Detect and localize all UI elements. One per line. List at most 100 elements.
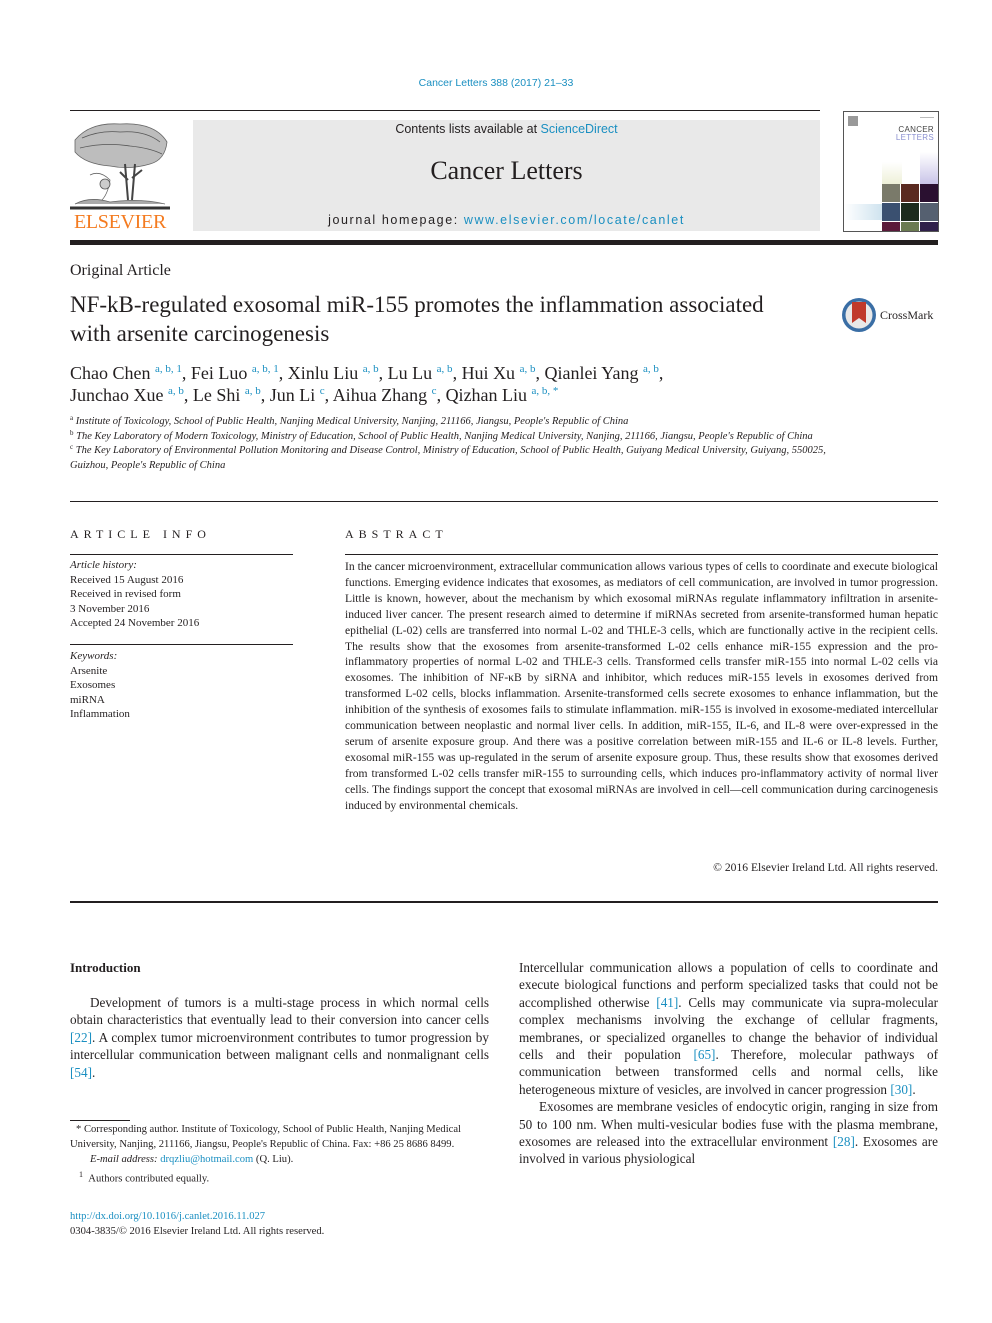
author-affiliation-marker[interactable]: a, b, 1 [155, 363, 182, 375]
cover-micrograph [901, 184, 919, 202]
keyword-item: Inflammation [70, 708, 130, 720]
doi-link[interactable]: http://dx.doi.org/10.1016/j.canlet.2016.… [70, 1211, 265, 1222]
keywords: Keywords: Arsenite Exosomes miRNA Inflam… [70, 649, 300, 722]
sciencedirect-link[interactable]: ScienceDirect [541, 122, 618, 136]
elsevier-wordmark: ELSEVIER [73, 211, 167, 233]
history-item: 3 November 2016 [70, 602, 150, 615]
homepage-prefix: journal homepage: [328, 213, 464, 227]
keyword-item: Exosomes [70, 679, 116, 691]
body-paragraph: Intercellular communication allows a pop… [519, 959, 938, 1098]
author-name[interactable]: Chao Chen [70, 363, 155, 383]
section-rule [70, 901, 938, 903]
author-name[interactable]: Qianlei Yang [544, 363, 643, 383]
cover-micrograph [920, 184, 938, 202]
info-rule [70, 554, 293, 555]
cover-micrograph [901, 203, 919, 221]
elsevier-logo[interactable]: ELSEVIER [70, 120, 170, 232]
article-history: Article history: Received 15 August 2016… [70, 558, 300, 631]
citation-link[interactable]: [22] [70, 1030, 92, 1045]
abstract-heading: ABSTRACT [345, 527, 448, 541]
homepage-line: journal homepage: www.elsevier.com/locat… [193, 213, 820, 227]
keywords-label: Keywords: [70, 650, 118, 662]
author-affiliation-marker[interactable]: a, b [437, 363, 453, 375]
author-affiliation-marker[interactable]: a, b [168, 385, 184, 397]
section-rule [70, 501, 938, 502]
author-affiliation-marker[interactable]: a, b [245, 385, 261, 397]
affiliation-text: Institute of Toxicology, School of Publi… [73, 416, 629, 427]
history-item: Received in revised form [70, 588, 181, 600]
citation-link[interactable]: [54] [70, 1065, 92, 1080]
cover-micrograph [901, 222, 919, 231]
body-column-left: Development of tumors is a multi-stage p… [70, 994, 489, 1081]
email-link[interactable]: drqzliu@hotmail.com [160, 1154, 253, 1165]
history-item: Received 15 August 2016 [70, 573, 184, 586]
journal-cover-thumbnail[interactable]: CANCER LETTERS [843, 111, 939, 232]
cover-panel [920, 152, 938, 184]
author-name[interactable]: Le Shi [193, 385, 245, 405]
body-paragraph: Exosomes are membrane vesicles of endocy… [519, 1098, 938, 1168]
paragraph-text: . [91, 1064, 96, 1080]
contents-prefix: Contents lists available at [395, 122, 541, 136]
history-label: Article history: [70, 559, 137, 571]
author-affiliation-marker[interactable]: a, b [643, 363, 659, 375]
author-affiliation-marker[interactable]: a, b, * [532, 385, 559, 397]
body-paragraph: Development of tumors is a multi-stage p… [70, 994, 489, 1081]
equal-contribution-text: Authors contributed equally. [88, 1173, 210, 1185]
keyword-item: miRNA [70, 693, 105, 706]
cover-issn-mark [920, 117, 934, 118]
author-affiliation-marker[interactable]: c [432, 385, 437, 397]
affiliation-item: c The Key Laboratory of Environmental Po… [70, 444, 840, 473]
author-affiliation-marker[interactable]: a, b [363, 363, 379, 375]
paragraph-text: Development of tumors is a multi-stage p… [70, 995, 489, 1028]
article-title: NF-kB-regulated exosomal miR-155 promote… [70, 292, 764, 346]
citation-link[interactable]: [30] [890, 1082, 912, 1097]
footnote-rule [70, 1120, 130, 1121]
author-name[interactable]: Qizhan Liu [446, 385, 532, 405]
cover-title: CANCER LETTERS [896, 126, 934, 142]
author-name[interactable]: Lu Lu [388, 363, 437, 383]
article-info-heading: ARTICLE INFO [70, 527, 211, 541]
info-rule [70, 644, 293, 645]
corresponding-author-note: * Corresponding author. Institute of Tox… [70, 1124, 461, 1150]
cover-micrograph [882, 222, 900, 231]
email-label: E-mail address: [90, 1154, 161, 1165]
affiliation-item: a Institute of Toxicology, School of Pub… [70, 415, 840, 430]
author-name[interactable]: Hui Xu [462, 363, 520, 383]
affiliation-item: b The Key Laboratory of Modern Toxicolog… [70, 429, 840, 445]
elsevier-tree-icon [70, 123, 170, 210]
author-affiliation-marker[interactable]: c [320, 385, 325, 397]
header-thick-rule [70, 240, 938, 245]
cover-micrograph [882, 203, 900, 221]
author-affiliation-marker[interactable]: a, b [520, 363, 536, 375]
citation-link[interactable]: [41] [656, 995, 678, 1010]
author-affiliation-marker[interactable]: a, b, 1 [252, 363, 279, 375]
affiliation-text: The Key Laboratory of Modern Toxicology,… [73, 430, 813, 442]
author-name[interactable]: Fei Luo [191, 363, 252, 383]
footnote-mark: 1 [79, 1170, 83, 1179]
crossmark-label: CrossMark [880, 308, 934, 322]
journal-homepage-link[interactable]: www.elsevier.com/locate/canlet [464, 213, 685, 227]
top-rule [70, 110, 820, 111]
abstract-rule [345, 554, 938, 555]
article-type: Original Article [70, 262, 171, 279]
email-note: E-mail address: drqzliu@hotmail.com (Q. … [70, 1152, 489, 1167]
email-suffix: (Q. Liu). [253, 1154, 294, 1165]
journal-title[interactable]: Cancer Letters [193, 156, 820, 186]
crossmark-button[interactable]: CrossMark [840, 296, 940, 336]
cover-micrograph [920, 203, 938, 221]
cover-micrograph [920, 222, 938, 231]
author-name[interactable]: Xinlu Liu [288, 363, 363, 383]
author-name[interactable]: Jun Li [270, 385, 320, 405]
footnotes: * Corresponding author. Institute of Tox… [70, 1122, 489, 1187]
cover-panel [882, 162, 902, 184]
keyword-item: Arsenite [70, 664, 108, 677]
citation-link[interactable]: [28] [833, 1134, 855, 1149]
abstract-text: In the cancer microenvironment, extracel… [345, 560, 938, 812]
author-name[interactable]: Junchao Xue [70, 385, 168, 405]
contents-line: Contents lists available at ScienceDirec… [193, 122, 820, 136]
author-name[interactable]: Aihua Zhang [333, 385, 432, 405]
history-item: Accepted 24 November 2016 [70, 617, 200, 629]
citation-link[interactable]: [65] [693, 1047, 715, 1062]
author-list: Chao Chen a, b, 1, Fei Luo a, b, 1, Xinl… [70, 363, 664, 405]
running-head[interactable]: Cancer Letters 388 (2017) 21–33 [0, 77, 992, 89]
